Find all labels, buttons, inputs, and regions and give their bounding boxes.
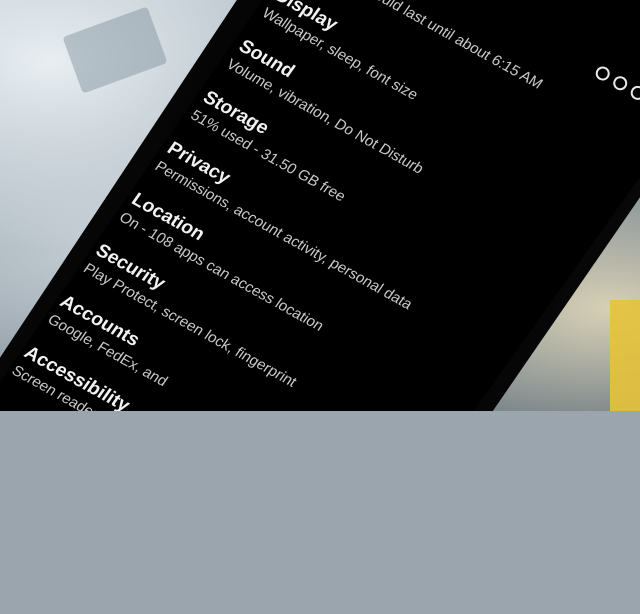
background-yellow-object <box>610 300 640 411</box>
